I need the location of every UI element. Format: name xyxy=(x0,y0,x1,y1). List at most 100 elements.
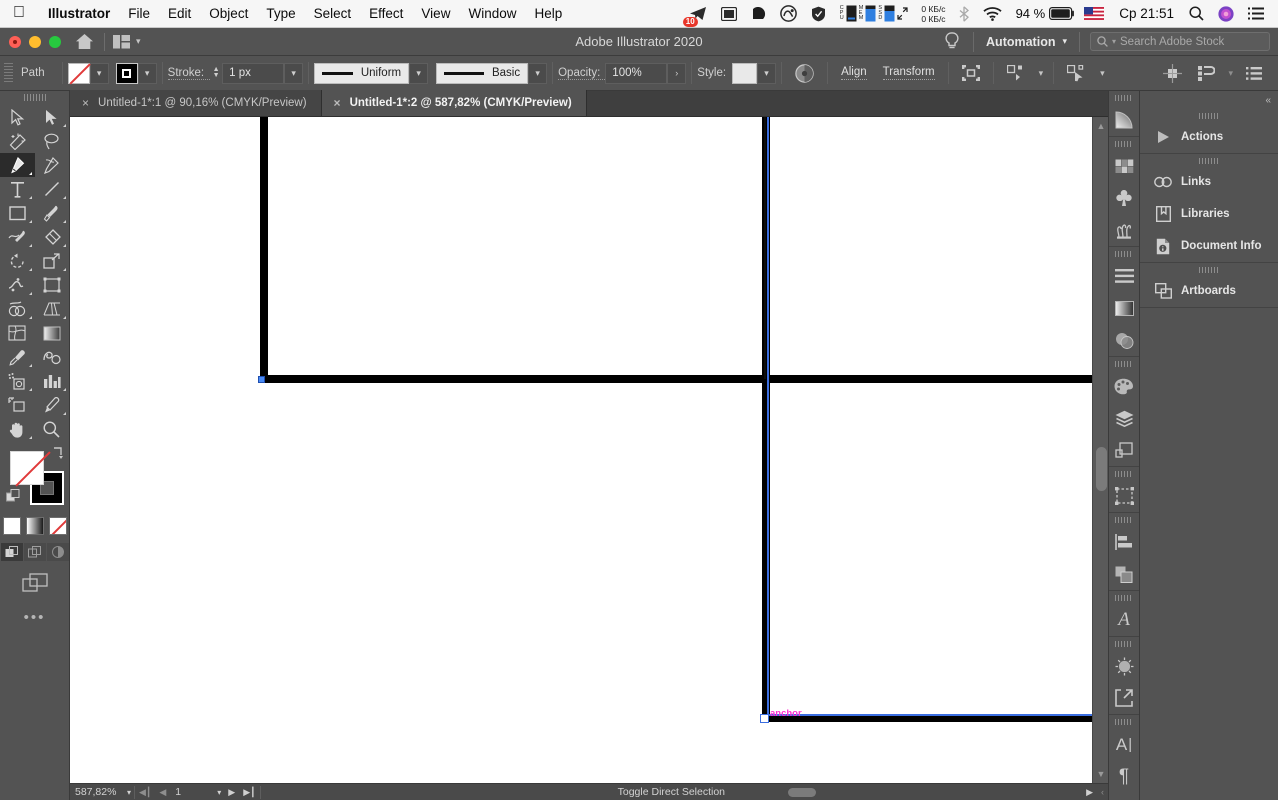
night-shift-icon[interactable] xyxy=(744,0,773,28)
artboard-canvas[interactable]: anchor xyxy=(70,117,1092,783)
layers-icon[interactable] xyxy=(1109,402,1139,434)
menu-illustrator[interactable]: Illustrator xyxy=(39,6,119,21)
recolor-artwork-icon[interactable] xyxy=(787,64,822,83)
color-swatch-button[interactable] xyxy=(3,517,21,535)
rotate-tool[interactable] xyxy=(0,249,35,273)
blend-tool[interactable] xyxy=(35,345,70,369)
color-palette-icon[interactable] xyxy=(1109,370,1139,402)
canvas-vertical-scrollbar[interactable]: ▲ ▼ xyxy=(1092,117,1108,783)
graphic-styles-icon[interactable]: A xyxy=(1109,604,1139,636)
menubar-clock[interactable]: Ср 21:51 xyxy=(1111,6,1182,21)
panel-libraries[interactable]: Libraries xyxy=(1140,198,1278,230)
brush-chevron-icon[interactable]: ▾ xyxy=(528,63,547,84)
pathfinder-icon[interactable] xyxy=(1109,558,1139,590)
close-tab-icon[interactable]: × xyxy=(82,97,89,109)
bluetooth-icon[interactable] xyxy=(952,0,976,28)
appearance-icon[interactable] xyxy=(1109,650,1139,682)
fill-chevron-icon[interactable]: ▾ xyxy=(90,63,109,84)
dock-grip-9[interactable] xyxy=(1115,719,1133,725)
tools-panel-grip[interactable] xyxy=(24,94,46,101)
align-panel-icon[interactable] xyxy=(1109,526,1139,558)
panel-document-info[interactable]: Document Info xyxy=(1140,230,1278,262)
menu-help[interactable]: Help xyxy=(525,6,571,21)
draw-behind-button[interactable] xyxy=(24,543,46,561)
apple-menu-icon[interactable]:  xyxy=(0,5,39,21)
first-artboard-button[interactable]: ◀┃ xyxy=(135,787,155,798)
dock-grip-7[interactable] xyxy=(1115,595,1133,601)
free-transform-tool[interactable] xyxy=(35,273,70,297)
path-stroke-vertical-left[interactable] xyxy=(260,117,268,379)
transparency-icon[interactable] xyxy=(1109,324,1139,356)
canvas-horizontal-scrollbar[interactable] xyxy=(668,784,1108,800)
panel-artboards[interactable]: Artboards xyxy=(1140,275,1278,307)
dock-grip-5[interactable] xyxy=(1115,471,1133,477)
rectangle-tool[interactable] xyxy=(0,201,35,225)
panel-group-grip-2[interactable] xyxy=(1199,158,1219,164)
brush-definition-picker[interactable]: Basic xyxy=(436,63,528,84)
glyphs-icon[interactable]: O xyxy=(1109,792,1139,800)
menu-edit[interactable]: Edit xyxy=(159,6,200,21)
gradient-swatch-button[interactable] xyxy=(26,517,44,535)
isolate-selected-icon[interactable] xyxy=(954,65,988,81)
artboard-number-input[interactable]: 1 xyxy=(170,784,214,800)
menu-window[interactable]: Window xyxy=(459,6,525,21)
stroke-weight-chevron-icon[interactable]: ▾ xyxy=(284,63,303,84)
width-tool[interactable] xyxy=(0,273,35,297)
style-chevron-icon[interactable]: ▾ xyxy=(757,63,776,84)
symbol-sprayer-tool[interactable] xyxy=(0,369,35,393)
display-icon[interactable] xyxy=(714,0,744,28)
search-adobe-stock-input[interactable]: ▾ Search Adobe Stock xyxy=(1090,32,1270,51)
edit-anchor-chevron-icon[interactable]: ▾ xyxy=(1095,68,1110,79)
dock-grip-2[interactable] xyxy=(1115,141,1133,147)
gradient-mesh-icon[interactable] xyxy=(1109,104,1139,136)
gradient-tool[interactable] xyxy=(35,321,70,345)
direct-selection-tool[interactable] xyxy=(35,105,70,129)
lightbulb-icon[interactable] xyxy=(931,32,973,51)
column-graph-tool[interactable] xyxy=(35,369,70,393)
opacity-input[interactable]: 100% xyxy=(605,63,667,84)
panel-group-grip-3[interactable] xyxy=(1199,267,1219,273)
anchor-point-1[interactable] xyxy=(258,376,265,383)
zoom-level-input[interactable]: 587,82% xyxy=(70,784,124,800)
opacity-label[interactable]: Opacity: xyxy=(558,67,605,80)
stroke-weight-stepper[interactable]: ▲▼ xyxy=(210,67,222,79)
paintbrush-tool[interactable] xyxy=(35,201,70,225)
eyedropper-tool[interactable] xyxy=(0,345,35,369)
asset-export-icon[interactable] xyxy=(1109,682,1139,714)
arrange-chevron-icon-2[interactable]: ▾ xyxy=(1223,68,1238,79)
graphic-style-swatch[interactable] xyxy=(732,63,757,84)
curvature-tool[interactable] xyxy=(35,153,70,177)
panel-group-grip-1[interactable] xyxy=(1199,113,1219,119)
edit-anchor-icon[interactable] xyxy=(1059,65,1095,82)
shape-builder-tool[interactable] xyxy=(0,297,35,321)
character-icon[interactable]: A| xyxy=(1109,728,1139,760)
paragraph-icon[interactable]: ¶ xyxy=(1109,760,1139,792)
last-artboard-button[interactable]: ▶┃ xyxy=(239,787,259,798)
vertical-scroll-thumb[interactable] xyxy=(1096,447,1107,491)
draw-inside-button[interactable] xyxy=(47,543,69,561)
dock-grip-3[interactable] xyxy=(1115,251,1133,257)
maximize-window-button[interactable] xyxy=(49,36,61,48)
gradient-icon[interactable] xyxy=(1109,292,1139,324)
creative-cloud-icon[interactable] xyxy=(773,0,804,28)
notification-center-icon[interactable] xyxy=(1241,0,1271,28)
battery-percent[interactable]: 94 % xyxy=(1009,0,1078,28)
align-button[interactable]: Align xyxy=(841,66,867,80)
magic-wand-tool[interactable] xyxy=(0,129,35,153)
spotlight-search-icon[interactable] xyxy=(1182,0,1211,28)
artboard-frame-icon[interactable] xyxy=(1109,480,1139,512)
hand-tool[interactable] xyxy=(0,417,35,441)
arrange-icon[interactable] xyxy=(1190,65,1223,82)
siri-icon[interactable] xyxy=(1211,0,1241,28)
dock-grip-4[interactable] xyxy=(1115,361,1133,367)
lasso-tool[interactable] xyxy=(35,129,70,153)
shield-icon[interactable] xyxy=(804,0,833,28)
draw-normal-button[interactable] xyxy=(1,543,23,561)
transform-button[interactable]: Transform xyxy=(883,66,935,80)
menu-object[interactable]: Object xyxy=(200,6,257,21)
artboard-chevron-icon[interactable]: ▾ xyxy=(214,784,224,800)
scale-tool[interactable] xyxy=(35,249,70,273)
edit-toolbar-icon[interactable]: ••• xyxy=(0,609,69,626)
opacity-options-icon[interactable]: › xyxy=(667,63,686,84)
none-swatch-button[interactable] xyxy=(49,517,67,535)
